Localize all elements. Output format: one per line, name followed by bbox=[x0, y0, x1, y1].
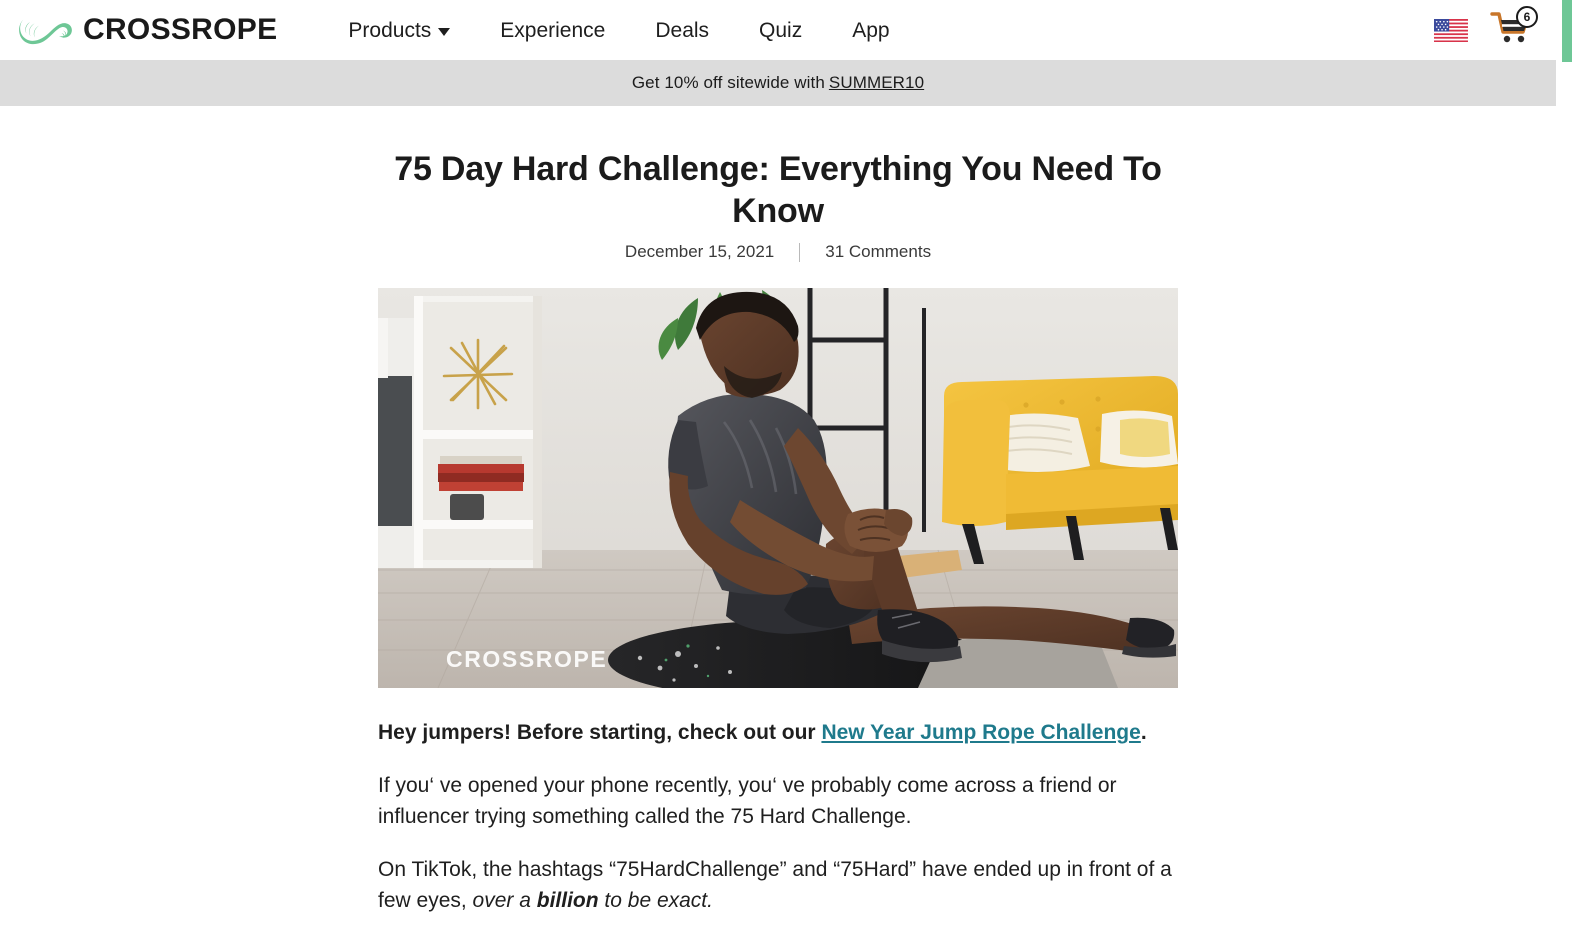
paragraph-intro: If you‘ ve opened your phone recently, y… bbox=[378, 774, 1117, 829]
nav-item-products-label: Products bbox=[348, 18, 432, 42]
brand-logo-link[interactable]: CROSSROPE bbox=[18, 10, 277, 50]
page-root: CROSSROPE Products Experience Deals Quiz… bbox=[0, 0, 1572, 926]
nav-item-deals-label: Deals bbox=[655, 18, 710, 42]
page-title: 75 Day Hard Challenge: Everything You Ne… bbox=[394, 150, 1162, 231]
comments-count-link[interactable]: 31 Comments bbox=[825, 242, 931, 262]
crossrope-watermark-icon bbox=[396, 644, 438, 674]
brand-name: CROSSROPE bbox=[83, 13, 278, 46]
nav-item-products[interactable]: Products bbox=[323, 14, 475, 47]
nav-item-quiz-label: Quiz bbox=[759, 18, 803, 42]
cart-button[interactable]: 6 bbox=[1490, 6, 1538, 49]
hero-image: CROSSROPE bbox=[378, 288, 1178, 689]
nav-item-app-label: App bbox=[852, 18, 890, 42]
promo-banner: Get 10% off sitewide with SUMMER10 bbox=[0, 60, 1556, 106]
page-scrollbar-track[interactable] bbox=[1562, 0, 1572, 926]
paragraph-lead-after: . bbox=[1140, 721, 1147, 745]
header-utilities: 6 bbox=[1434, 6, 1562, 49]
nav-item-quiz[interactable]: Quiz bbox=[734, 14, 827, 47]
nav-item-app[interactable]: App bbox=[827, 14, 914, 47]
primary-navigation: Products Experience Deals Quiz App bbox=[323, 14, 914, 47]
paragraph-tiktok-italic-post: to be exact. bbox=[598, 888, 713, 912]
page-scrollbar-thumb[interactable] bbox=[1562, 0, 1572, 62]
nav-item-experience-label: Experience bbox=[500, 18, 606, 42]
crossrope-logo-icon bbox=[18, 10, 74, 50]
post-meta: December 15, 2021 31 Comments bbox=[378, 242, 1178, 262]
paragraph-tiktok-italic: over a billion to be exact. bbox=[473, 889, 713, 912]
nav-item-experience[interactable]: Experience bbox=[475, 14, 630, 47]
chevron-down-icon bbox=[438, 28, 451, 36]
new-year-challenge-link[interactable]: New Year Jump Rope Challenge bbox=[821, 721, 1140, 744]
paragraph-tiktok: On TikTok, the hashtags “75HardChallenge… bbox=[378, 855, 1178, 917]
meta-divider bbox=[799, 242, 801, 262]
paragraph-tiktok-bold: billion bbox=[536, 888, 599, 912]
nav-item-deals[interactable]: Deals bbox=[630, 14, 734, 47]
article-main: 75 Day Hard Challenge: Everything You Ne… bbox=[0, 106, 1556, 917]
promo-text: Get 10% off sitewide with bbox=[631, 73, 825, 92]
us-flag-icon[interactable] bbox=[1434, 18, 1468, 42]
paragraph-lead: Hey jumpers! Before starting, check out … bbox=[378, 718, 1178, 749]
post-date: December 15, 2021 bbox=[624, 242, 775, 262]
site-header: CROSSROPE Products Experience Deals Quiz… bbox=[0, 0, 1562, 60]
hero-watermark: CROSSROPE bbox=[396, 644, 607, 674]
cart-count-badge: 6 bbox=[1516, 6, 1538, 28]
paragraph-tiktok-italic-pre: over a bbox=[472, 888, 537, 912]
article-body: Hey jumpers! Before starting, check out … bbox=[378, 718, 1178, 916]
paragraph-lead-before: Hey jumpers! Before starting, check out … bbox=[378, 721, 822, 745]
hero-watermark-text: CROSSROPE bbox=[446, 645, 608, 672]
promo-code-link[interactable]: SUMMER10 bbox=[829, 73, 924, 93]
